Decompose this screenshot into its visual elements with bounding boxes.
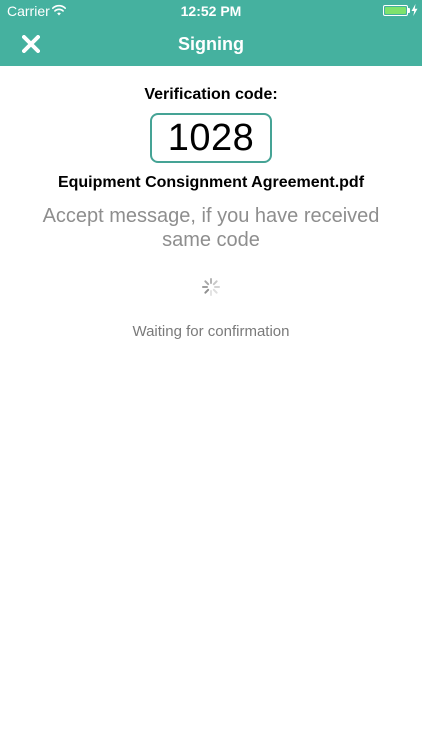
battery-icon	[383, 5, 408, 16]
clock: 12:52 PM	[180, 3, 242, 19]
verification-code-box: 1028	[150, 113, 272, 163]
close-button[interactable]	[18, 31, 44, 57]
navigation-bar: Signing	[0, 22, 422, 66]
battery-level	[385, 7, 406, 14]
instruction-text: Accept message, if you have received sam…	[42, 205, 380, 251]
page-title: Signing	[178, 34, 244, 54]
close-icon	[22, 35, 40, 53]
document-name: Equipment Consignment Agreement.pdf	[57, 174, 365, 191]
battery-tip	[408, 8, 410, 13]
header: Carrier 12:52 PM Signing	[0, 0, 422, 66]
waiting-status: Waiting for confirmation	[132, 323, 290, 340]
charging-bolt-icon	[411, 4, 418, 16]
status-bar: Carrier 12:52 PM	[0, 0, 422, 22]
verification-code-label: Verification code:	[144, 86, 278, 103]
spinner-icon	[202, 278, 220, 296]
